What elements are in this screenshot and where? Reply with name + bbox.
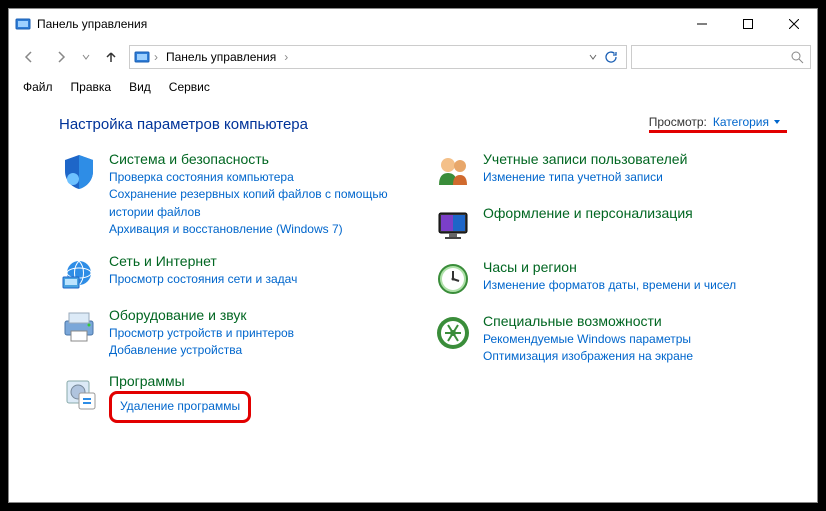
menu-file[interactable]: Файл	[15, 78, 61, 96]
view-by-selector[interactable]: Просмотр: Категория	[649, 115, 787, 133]
control-panel-icon	[15, 16, 31, 32]
category-title[interactable]: Сеть и Интернет	[109, 253, 413, 269]
uninstall-program-link[interactable]: Удаление программы	[120, 399, 240, 413]
back-button[interactable]	[15, 43, 43, 71]
window-title: Панель управления	[37, 17, 147, 31]
menu-view[interactable]: Вид	[121, 78, 159, 96]
category-link[interactable]: Рекомендуемые Windows параметры	[483, 331, 787, 348]
category-user-accounts: Учетные записи пользователей Изменение т…	[433, 151, 787, 191]
search-icon	[790, 50, 804, 64]
address-bar[interactable]: › Панель управления ›	[129, 45, 627, 69]
category-link[interactable]: Добавление устройства	[109, 342, 413, 359]
category-link[interactable]: Архивация и восстановление (Windows 7)	[109, 221, 413, 238]
category-title[interactable]: Учетные записи пользователей	[483, 151, 787, 167]
view-by-value: Категория	[713, 115, 769, 129]
network-icon	[59, 253, 99, 293]
search-input[interactable]	[631, 45, 811, 69]
refresh-button[interactable]	[604, 50, 618, 64]
category-title[interactable]: Специальные возможности	[483, 313, 787, 329]
chevron-down-icon[interactable]	[588, 52, 598, 62]
category-link[interactable]: Просмотр состояния сети и задач	[109, 271, 413, 288]
category-appearance: Оформление и персонализация	[433, 205, 787, 245]
menu-bar: Файл Правка Вид Сервис	[9, 75, 817, 99]
close-button[interactable]	[771, 9, 817, 39]
users-icon	[433, 151, 473, 191]
up-button[interactable]	[97, 43, 125, 71]
clock-icon	[433, 259, 473, 299]
category-link[interactable]: Проверка состояния компьютера	[109, 169, 413, 186]
forward-button[interactable]	[47, 43, 75, 71]
category-link[interactable]: Изменение типа учетной записи	[483, 169, 787, 186]
category-hardware: Оборудование и звук Просмотр устройств и…	[59, 307, 413, 360]
category-link[interactable]: Изменение форматов даты, времени и чисел	[483, 277, 787, 294]
chevron-right-icon[interactable]: ›	[284, 50, 288, 64]
category-link[interactable]: Сохранение резервных копий файлов с помо…	[109, 186, 413, 221]
shield-icon	[59, 151, 99, 191]
chevron-right-icon[interactable]: ›	[154, 50, 158, 64]
breadcrumb-root[interactable]: Панель управления	[162, 50, 280, 64]
printer-icon	[59, 307, 99, 347]
category-link[interactable]: Просмотр устройств и принтеров	[109, 325, 413, 342]
menu-tools[interactable]: Сервис	[161, 78, 218, 96]
category-programs: Программы Удаление программы	[59, 373, 413, 422]
control-panel-icon	[134, 49, 150, 65]
category-title[interactable]: Программы	[109, 373, 413, 389]
category-system-security: Система и безопасность Проверка состояни…	[59, 151, 413, 239]
nav-toolbar: › Панель управления ›	[9, 39, 817, 75]
category-title[interactable]: Система и безопасность	[109, 151, 413, 167]
category-title[interactable]: Оборудование и звук	[109, 307, 413, 323]
category-title[interactable]: Часы и регион	[483, 259, 787, 275]
category-network: Сеть и Интернет Просмотр состояния сети …	[59, 253, 413, 293]
chevron-down-icon	[773, 118, 781, 126]
recent-dropdown[interactable]	[79, 43, 93, 71]
maximize-button[interactable]	[725, 9, 771, 39]
view-by-label: Просмотр:	[649, 115, 707, 129]
category-column-right: Учетные записи пользователей Изменение т…	[433, 151, 787, 437]
category-link[interactable]: Оптимизация изображения на экране	[483, 348, 787, 365]
category-column-left: Система и безопасность Проверка состояни…	[59, 151, 413, 437]
menu-edit[interactable]: Правка	[63, 78, 120, 96]
highlighted-link: Удаление программы	[109, 391, 251, 422]
accessibility-icon	[433, 313, 473, 353]
programs-icon	[59, 373, 99, 413]
control-panel-window: Панель управления	[8, 8, 818, 503]
category-clock-region: Часы и регион Изменение форматов даты, в…	[433, 259, 787, 299]
monitor-icon	[433, 205, 473, 245]
titlebar: Панель управления	[9, 9, 817, 39]
category-accessibility: Специальные возможности Рекомендуемые Wi…	[433, 313, 787, 366]
content-area: Настройка параметров компьютера Просмотр…	[9, 99, 817, 502]
minimize-button[interactable]	[679, 9, 725, 39]
page-heading: Настройка параметров компьютера	[59, 116, 308, 133]
category-title[interactable]: Оформление и персонализация	[483, 205, 787, 221]
